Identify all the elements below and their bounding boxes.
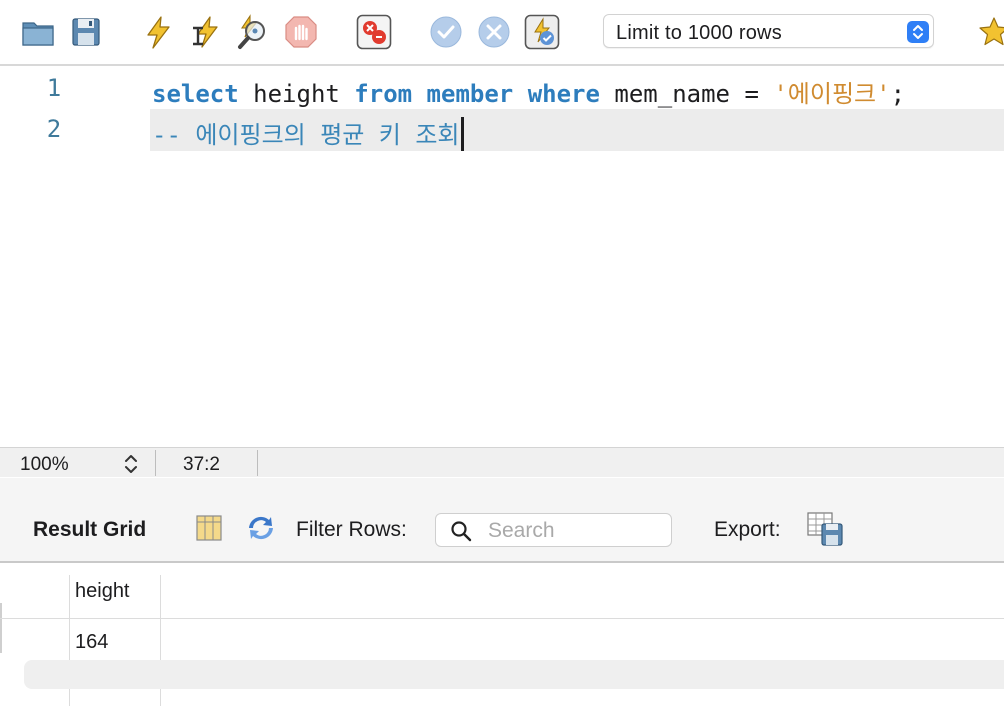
code-text: mem_name = <box>599 80 774 108</box>
line-number: 2 <box>46 115 62 143</box>
limit-rows-select[interactable]: Limit to 1000 rows <box>603 14 934 48</box>
autocommit-icon[interactable] <box>524 14 560 50</box>
open-file-icon[interactable] <box>20 14 56 50</box>
cursor-position: 37:2 <box>183 454 220 475</box>
grid-columns-icon[interactable] <box>193 512 225 544</box>
line-number: 1 <box>46 74 62 102</box>
keyword: where <box>527 80 600 108</box>
export-label: Export: <box>714 518 781 541</box>
search-icon <box>450 520 472 542</box>
stop-icon[interactable] <box>283 14 319 50</box>
editor-status-bar: 100% 37:2 <box>0 447 1004 477</box>
code-line[interactable]: -- 에이핑크의 평균 키 조회 <box>152 115 464 151</box>
limit-rows-value: Limit to 1000 rows <box>616 22 782 44</box>
search-input[interactable] <box>488 518 658 544</box>
editor-line[interactable]: 1 select height from member where mem_na… <box>0 68 1004 110</box>
filter-search-box[interactable] <box>435 513 672 547</box>
code-text: height <box>238 80 355 108</box>
result-toolbar: Result Grid Filter Rows: Export: <box>0 478 1004 562</box>
keyword: select <box>152 80 239 108</box>
string-literal: '에이핑크' <box>773 80 891 108</box>
sql-editor[interactable]: 1 select height from member where mem_na… <box>0 66 1004 447</box>
rollback-icon[interactable] <box>476 14 512 50</box>
commit-icon[interactable] <box>428 14 464 50</box>
export-icon[interactable] <box>806 511 844 547</box>
grid-cell[interactable]: 164 <box>75 631 108 654</box>
bookmark-star-icon[interactable] <box>976 14 1004 50</box>
keyword: from <box>354 80 413 108</box>
editor-toolbar: Limit to 1000 rows <box>0 0 1004 64</box>
editor-line-current[interactable]: 2 -- 에이핑크의 평균 키 조회 <box>0 109 1004 151</box>
save-icon[interactable] <box>68 14 104 50</box>
grid-header-divider <box>0 618 1004 619</box>
refresh-icon[interactable] <box>245 512 277 544</box>
zoom-stepper-icon[interactable] <box>121 452 141 476</box>
status-divider <box>155 450 156 476</box>
column-header-height[interactable]: height <box>75 580 130 603</box>
result-grid-tab[interactable]: Result Grid <box>33 518 146 542</box>
status-divider <box>257 450 258 476</box>
code-text: ; <box>890 80 906 108</box>
select-arrows-icon <box>907 21 929 43</box>
filter-rows-label: Filter Rows: <box>296 518 407 541</box>
text-caret <box>460 117 464 151</box>
empty-new-row[interactable] <box>24 660 1004 689</box>
keyword: member <box>426 80 514 108</box>
result-grid[interactable]: height 164 <box>0 563 1004 706</box>
code-line[interactable]: select height from member where mem_name… <box>152 74 905 109</box>
explain-icon[interactable] <box>236 14 272 50</box>
zoom-level: 100% <box>20 454 69 475</box>
execute-current-icon[interactable] <box>187 14 223 50</box>
execute-all-icon[interactable] <box>140 14 176 50</box>
toggle-error-icon[interactable] <box>356 14 392 50</box>
sql-comment: -- 에이핑크의 평균 키 조회 <box>152 121 460 149</box>
grid-left-edge <box>0 603 2 653</box>
